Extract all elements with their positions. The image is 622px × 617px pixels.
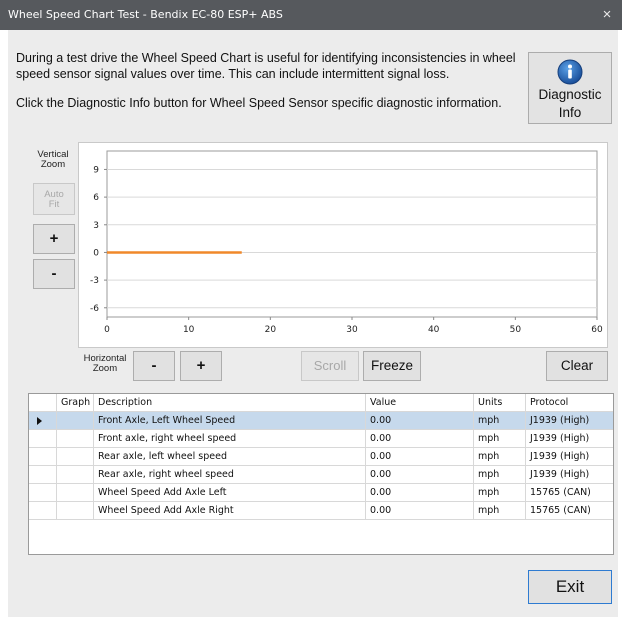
- x-tick-label: 50: [510, 325, 522, 335]
- vertical-zoom-out-button[interactable]: -: [33, 259, 75, 289]
- column-header-units[interactable]: Units: [474, 394, 526, 411]
- x-tick-label: 40: [428, 325, 440, 335]
- horizontal-zoom-label-line2: Zoom: [92, 363, 118, 374]
- y-tick-label: 6: [93, 193, 99, 203]
- x-tick-label: 20: [265, 325, 277, 335]
- y-tick-label: -6: [90, 304, 99, 314]
- units-cell: mph: [474, 466, 526, 483]
- x-tick-label: 30: [346, 325, 358, 335]
- description-cell: Rear axle, left wheel speed: [94, 448, 366, 465]
- row-header-cell[interactable]: [29, 430, 57, 447]
- value-cell: 0.00: [366, 466, 474, 483]
- scroll-button[interactable]: Scroll: [301, 351, 359, 381]
- units-cell: mph: [474, 484, 526, 501]
- window-title: Wheel Speed Chart Test - Bendix EC-80 ES…: [8, 8, 283, 21]
- title-bar: Wheel Speed Chart Test - Bendix EC-80 ES…: [0, 0, 622, 30]
- graph-cell: [57, 448, 94, 465]
- description-cell: Front axle, right wheel speed: [94, 430, 366, 447]
- y-tick-label: 0: [93, 248, 99, 258]
- intro-text: During a test drive the Wheel Speed Char…: [16, 51, 516, 81]
- chart-svg: 9630-3-60 10 20 30 40 50 60: [90, 150, 603, 335]
- y-tick-label: -3: [90, 276, 99, 286]
- freeze-button[interactable]: Freeze: [363, 351, 421, 381]
- table-row[interactable]: Wheel Speed Add Axle Left 0.00 mph 15765 (C…: [29, 484, 613, 502]
- horizontal-zoom-label: Horizontal Zoom: [80, 354, 130, 374]
- row-header-cell[interactable]: [29, 502, 57, 519]
- diagnostic-info-label-line2: Info: [558, 105, 582, 120]
- units-cell: mph: [474, 430, 526, 447]
- graph-cell: [57, 466, 94, 483]
- value-cell: 0.00: [366, 502, 474, 519]
- table-row[interactable]: Wheel Speed Add Axle Right 0.00 mph 15765 (…: [29, 502, 613, 520]
- description-cell: Front Axle, Left Wheel Speed: [94, 412, 366, 429]
- x-tick-label: 10: [183, 325, 195, 335]
- column-header-graph[interactable]: Graph: [57, 394, 94, 411]
- current-row-arrow-icon: [37, 417, 42, 425]
- description-cell: Rear axle, right wheel speed: [94, 466, 366, 483]
- vertical-zoom-in-button[interactable]: +: [33, 224, 75, 254]
- protocol-cell: J1939 (High): [530, 415, 590, 426]
- protocol-cell: 15765 (CAN): [530, 487, 591, 498]
- plot-area: [106, 150, 598, 318]
- x-tick-label: 60: [591, 325, 603, 335]
- horizontal-zoom-out-button[interactable]: -: [133, 351, 175, 381]
- row-header-cell[interactable]: [29, 448, 57, 465]
- row-header-cell: [29, 394, 57, 411]
- column-header-description[interactable]: Description: [94, 394, 366, 411]
- table-header-row: Graph Description Value Units Protocol: [29, 394, 613, 412]
- close-icon[interactable]: ×: [594, 2, 620, 28]
- row-header-cell[interactable]: [29, 484, 57, 501]
- intro-instruction-text: Click the Diagnostic Info button for Whe…: [16, 96, 502, 110]
- protocol-cell: J1939 (High): [530, 469, 590, 480]
- protocol-cell: J1939 (High): [530, 451, 590, 462]
- table-row[interactable]: Front Axle, Left Wheel Speed 0.00 mph J1939…: [29, 412, 613, 430]
- x-tick-label: 0: [104, 325, 110, 335]
- graph-cell: [57, 484, 94, 501]
- vertical-zoom-label-line2: Zoom: [40, 159, 66, 170]
- units-cell: mph: [474, 412, 526, 429]
- signal-table: Graph Description Value Units Protocol F…: [28, 393, 614, 555]
- horizontal-zoom-in-button[interactable]: +: [180, 351, 222, 381]
- protocol-cell: 15765 (CAN): [530, 505, 591, 516]
- diagnostic-info-label-line1: Diagnostic: [538, 87, 602, 102]
- wheel-speed-chart: 9 6 3 0 -3 -6 0 10 20 30 40 50 60: [78, 142, 608, 348]
- column-header-protocol[interactable]: Protocol: [526, 394, 613, 411]
- info-icon: [557, 59, 583, 85]
- y-tick-label: 9: [93, 165, 99, 175]
- units-cell: mph: [474, 448, 526, 465]
- value-cell: 0.00: [366, 412, 474, 429]
- graph-cell: [57, 412, 94, 429]
- table-row[interactable]: Rear axle, left wheel speed 0.00 mph J1939 …: [29, 448, 613, 466]
- y-tick-label: 3: [93, 221, 99, 231]
- description-cell: Wheel Speed Add Axle Right: [94, 502, 366, 519]
- diagnostic-info-button[interactable]: Diagnostic Info: [528, 52, 612, 124]
- column-header-value[interactable]: Value: [366, 394, 474, 411]
- table-row[interactable]: Front axle, right wheel speed 0.00 mph J193…: [29, 430, 613, 448]
- auto-fit-button[interactable]: Auto Fit: [33, 183, 75, 215]
- exit-button[interactable]: Exit: [528, 570, 612, 604]
- value-cell: 0.00: [366, 448, 474, 465]
- row-header-cell[interactable]: [29, 466, 57, 483]
- vertical-zoom-label: Vertical Zoom: [30, 150, 76, 170]
- clear-button[interactable]: Clear: [546, 351, 608, 381]
- graph-cell: [57, 430, 94, 447]
- value-cell: 0.00: [366, 430, 474, 447]
- auto-fit-label-line2: Fit: [48, 199, 60, 210]
- row-header-cell[interactable]: [29, 412, 57, 429]
- graph-cell: [57, 502, 94, 519]
- value-cell: 0.00: [366, 484, 474, 501]
- table-row[interactable]: Rear axle, right wheel speed 0.00 mph J1939…: [29, 466, 613, 484]
- protocol-cell: J1939 (High): [530, 433, 590, 444]
- units-cell: mph: [474, 502, 526, 519]
- description-cell: Wheel Speed Add Axle Left: [94, 484, 366, 501]
